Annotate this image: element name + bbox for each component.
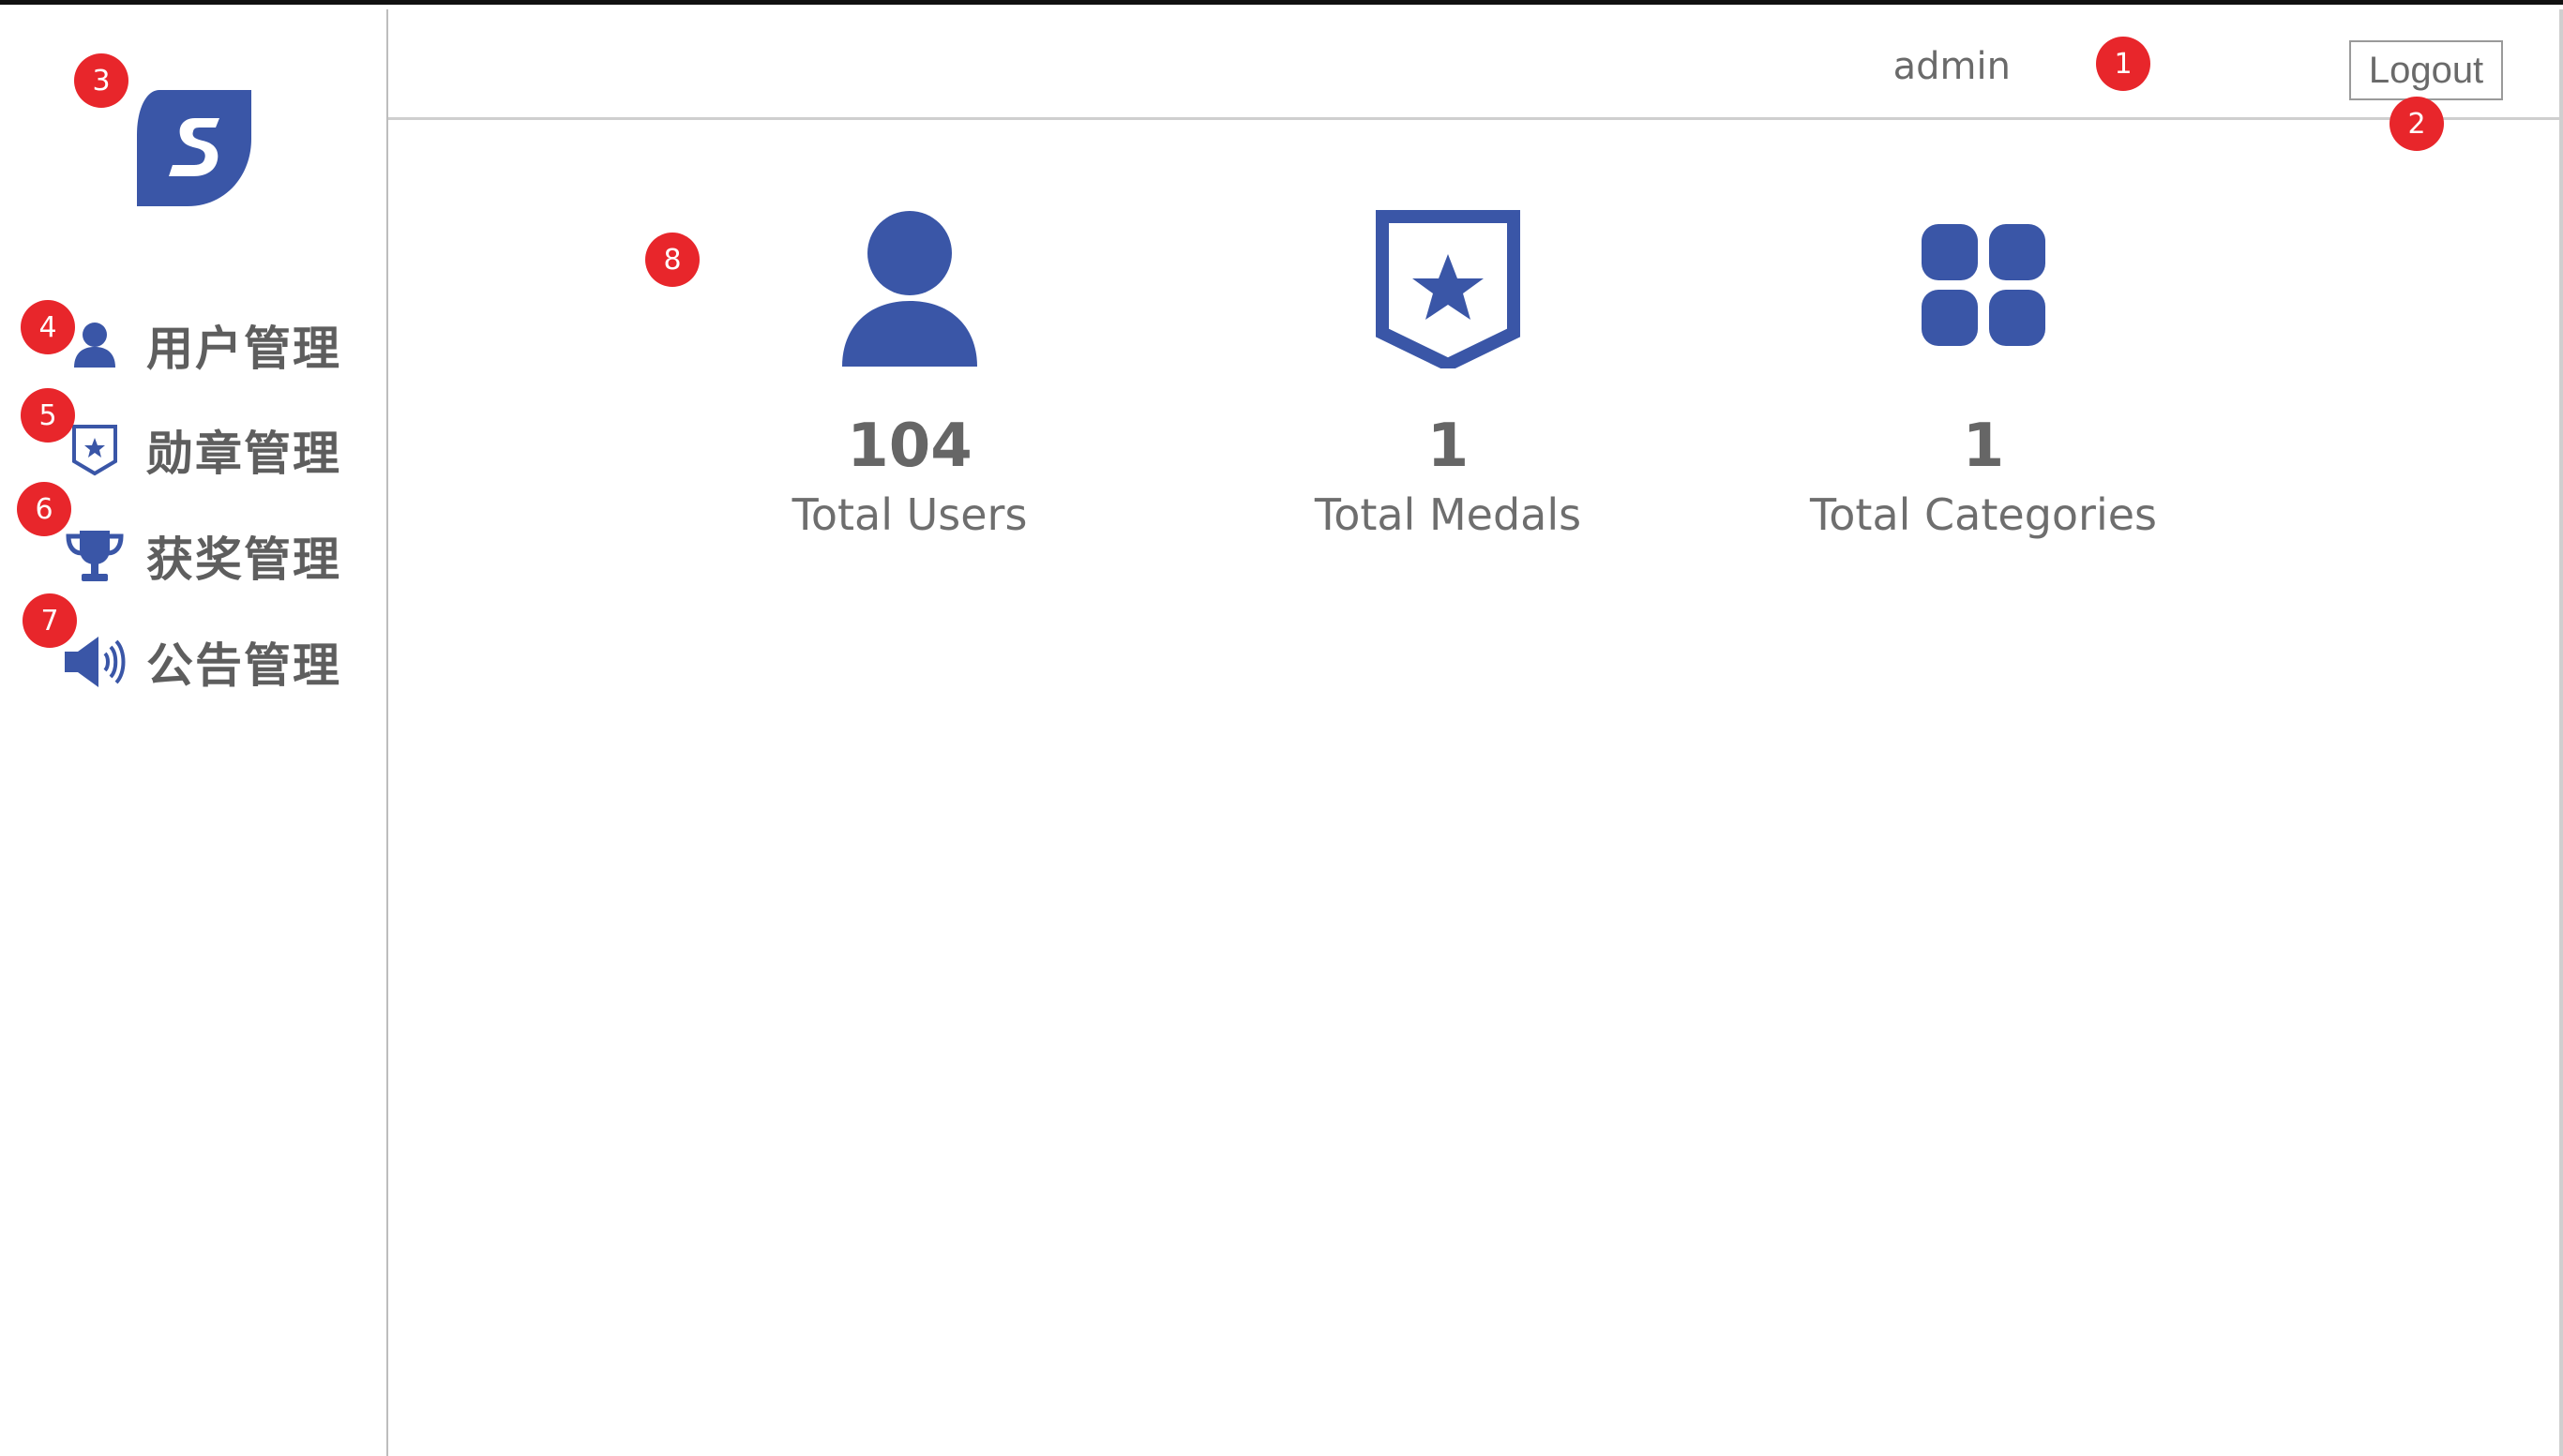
- app-logo[interactable]: [131, 83, 259, 214]
- annotation-marker-8: 8: [645, 233, 700, 287]
- trophy-icon: [62, 523, 128, 589]
- annotation-marker-6: 6: [17, 482, 71, 536]
- stat-total-medals: 1 Total Medals: [1251, 209, 1645, 543]
- username-label: admin: [1892, 45, 2011, 88]
- stat-value: 1: [1962, 412, 2005, 481]
- user-icon: [713, 209, 1107, 378]
- categories-icon: [1787, 209, 2180, 378]
- stat-total-categories: 1 Total Categories: [1787, 209, 2180, 543]
- stat-label: Total Medals: [1314, 489, 1582, 540]
- logout-button[interactable]: Logout: [2349, 40, 2503, 100]
- sidebar-item-user-management[interactable]: 用户管理: [62, 308, 341, 383]
- stat-total-users: 104 Total Users: [713, 209, 1107, 543]
- annotation-marker-4: 4: [21, 300, 75, 354]
- sidebar-item-label: 获奖管理: [146, 533, 341, 587]
- annotation-marker-7: 7: [23, 593, 77, 648]
- app-window: 用户管理 勋章管理 获奖管理 公告管理 admin Logout 104 Tot…: [0, 0, 2563, 1456]
- annotation-marker-3: 3: [74, 53, 128, 108]
- stat-label: Total Categories: [1810, 489, 2157, 540]
- sidebar-item-label: 公告管理: [146, 638, 341, 693]
- sidebar-item-award-management[interactable]: 获奖管理: [62, 518, 341, 593]
- stat-value: 104: [847, 412, 972, 481]
- annotation-marker-2: 2: [2390, 97, 2444, 151]
- sidebar-item-label: 用户管理: [146, 322, 341, 376]
- stat-label: Total Users: [792, 489, 1028, 540]
- annotation-marker-1: 1: [2096, 37, 2150, 91]
- medal-icon: [1251, 209, 1645, 378]
- sidebar: 用户管理 勋章管理 获奖管理 公告管理: [0, 9, 388, 1456]
- stat-value: 1: [1426, 412, 1470, 481]
- annotation-marker-5: 5: [21, 388, 75, 443]
- window-right-border: [2559, 9, 2563, 1456]
- sidebar-item-announcement-management[interactable]: 公告管理: [62, 624, 341, 699]
- sidebar-item-medal-management[interactable]: 勋章管理: [62, 413, 341, 488]
- announcement-icon: [62, 629, 128, 695]
- sidebar-item-label: 勋章管理: [146, 427, 341, 481]
- top-header: admin Logout: [388, 9, 2559, 120]
